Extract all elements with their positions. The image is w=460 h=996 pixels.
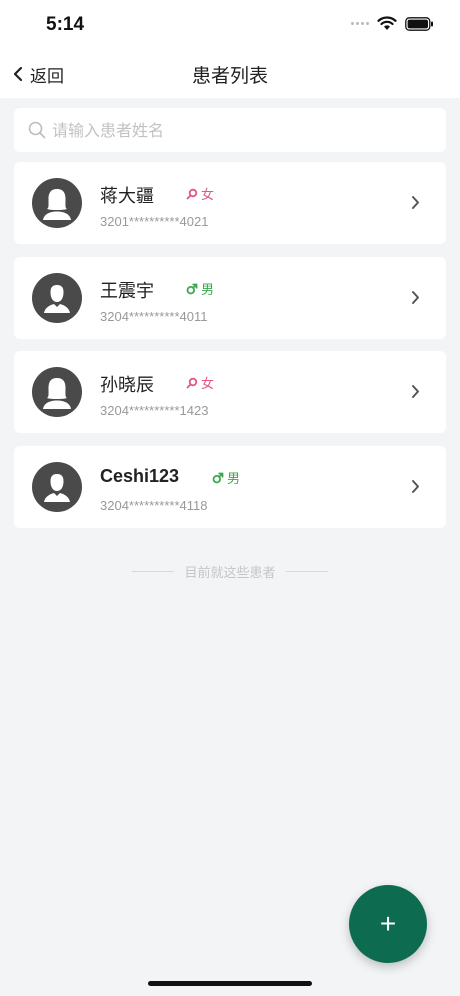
search-icon (28, 121, 46, 139)
male-symbol-icon (186, 283, 198, 294)
patient-id: 3204**********4118 (100, 498, 208, 513)
gender-badge: 男 (212, 468, 240, 487)
add-patient-button[interactable]: + (349, 885, 427, 963)
home-indicator (148, 981, 312, 986)
patient-card[interactable]: 蒋大疆 女 3201**********4021 (14, 162, 446, 244)
chevron-right-icon (412, 291, 419, 304)
gender-label: 女 (201, 377, 215, 392)
female-symbol-icon (186, 188, 198, 199)
female-avatar-icon (32, 178, 82, 228)
nav-bar: 返回 患者列表 (0, 50, 460, 98)
patient-card[interactable]: 王震宇 男 3204**********4011 (14, 257, 446, 339)
male-avatar-icon (32, 273, 82, 323)
female-avatar-icon (32, 367, 82, 417)
end-of-list-note: 目前就这些患者 (0, 562, 460, 581)
patient-name: 孙晓辰 (100, 375, 154, 396)
battery-icon (405, 16, 433, 31)
patient-name: 蒋大疆 (100, 186, 154, 207)
patient-name: 王震宇 (100, 281, 154, 302)
divider-right (285, 571, 328, 572)
gender-label: 男 (227, 472, 241, 487)
plus-icon: + (379, 908, 397, 939)
gender-badge: 女 (186, 184, 214, 203)
patient-id: 3204**********1423 (100, 403, 209, 418)
patient-card[interactable]: Ceshi123 男 3204**********4118 (14, 446, 446, 528)
status-icons (351, 16, 434, 31)
chevron-right-icon (412, 385, 419, 398)
cellular-signal-icon (351, 22, 369, 25)
divider-left (132, 571, 175, 572)
patient-id: 3201**********4021 (100, 214, 209, 229)
gender-badge: 女 (186, 373, 214, 392)
gender-badge: 男 (186, 279, 214, 298)
app-root: 5:14 返回 患者列表 请输入患者姓名 蒋大疆 女 3201*********… (0, 0, 460, 996)
patient-id: 3204**********4011 (100, 309, 208, 324)
status-bar: 5:14 (0, 0, 460, 50)
patient-card[interactable]: 孙晓辰 女 3204**********1423 (14, 351, 446, 433)
male-symbol-icon (212, 472, 224, 483)
gender-label: 女 (201, 188, 215, 203)
status-time: 5:14 (46, 14, 85, 35)
chevron-right-icon (412, 480, 419, 493)
female-symbol-icon (186, 377, 198, 388)
gender-label: 男 (201, 283, 215, 298)
page-title: 患者列表 (191, 65, 268, 87)
end-of-list-text: 目前就这些患者 (184, 566, 276, 581)
search-box[interactable] (14, 108, 446, 152)
search-input[interactable] (52, 120, 432, 140)
wifi-icon (377, 16, 397, 30)
male-avatar-icon (32, 462, 82, 512)
chevron-right-icon (412, 196, 419, 209)
patient-name: Ceshi123 (100, 466, 180, 486)
